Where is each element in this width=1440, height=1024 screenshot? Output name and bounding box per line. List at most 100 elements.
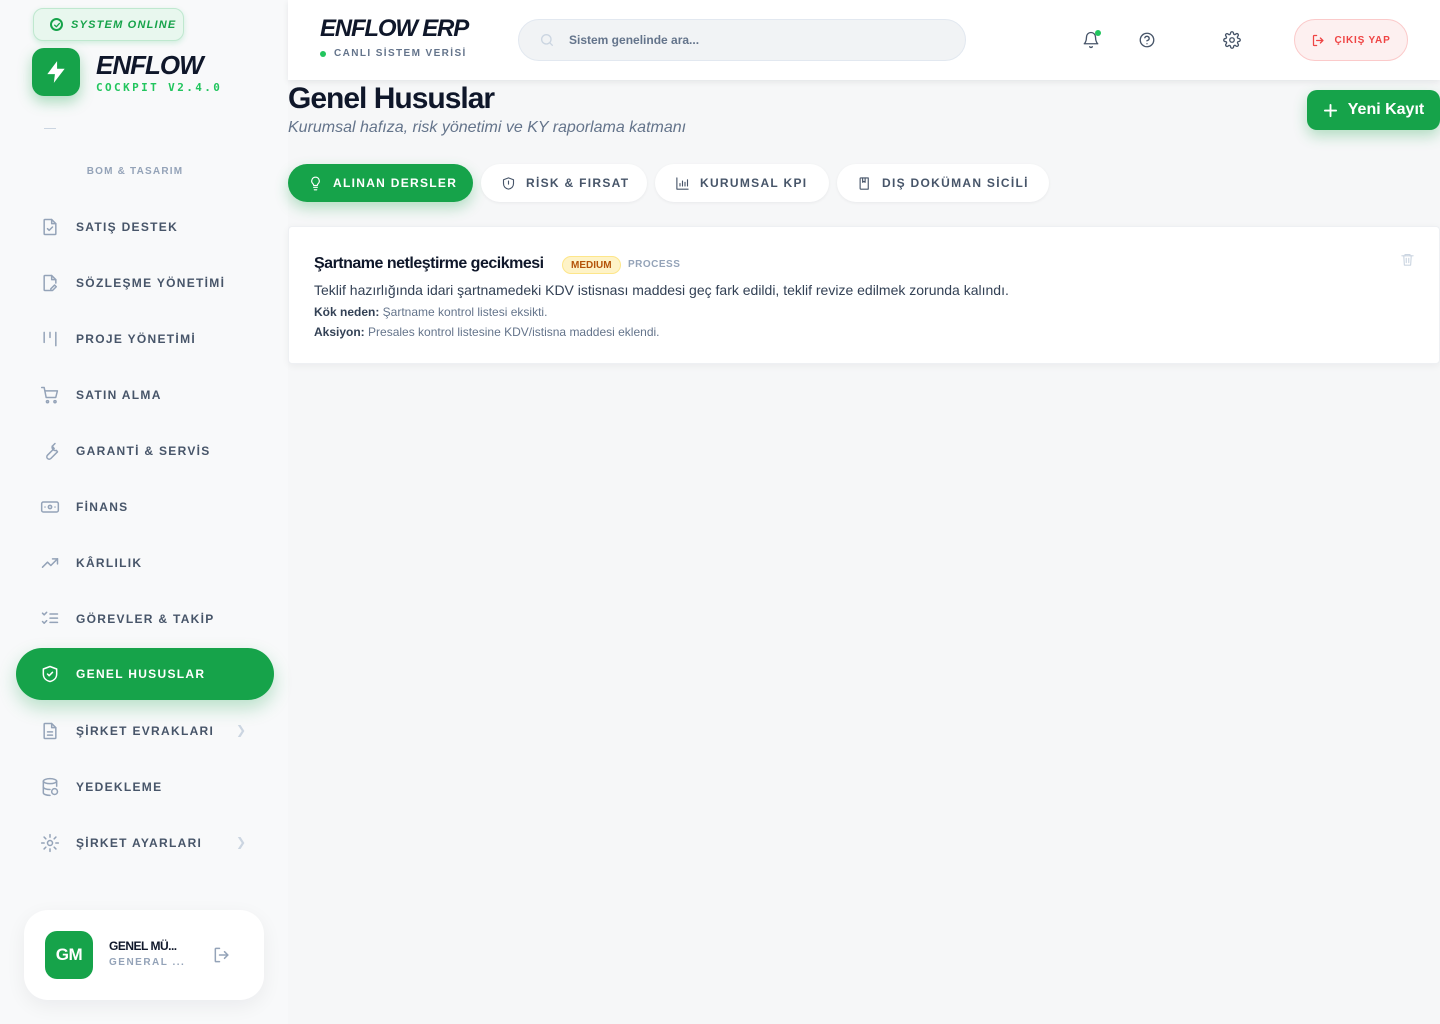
- top-header: ENFLOW ERP CANLI SİSTEM VERİSİ ÇIKIŞ YAP: [288, 0, 1440, 80]
- file-edit-icon: [43, 274, 57, 292]
- search-input[interactable]: [569, 33, 949, 47]
- root-cause: Kök neden: Şartname kontrol listesi eksi…: [314, 305, 547, 319]
- sidebar-item-label: YEDEKLEME: [76, 780, 163, 794]
- tab-label: KURUMSAL KPI: [700, 176, 808, 190]
- action-label: Aksiyon:: [314, 325, 365, 339]
- book-icon: [859, 176, 869, 190]
- banknote-icon-wrap: [40, 497, 60, 517]
- category-label: PROCESS: [628, 259, 681, 270]
- document-icon-wrap: [40, 721, 60, 741]
- sidebar-item-label: SATIN ALMA: [76, 388, 162, 402]
- new-record-button[interactable]: Yeni Kayıt: [1307, 90, 1440, 130]
- gear-icon: [40, 833, 60, 853]
- lightbulb-icon: [311, 176, 320, 190]
- sidebar-item-görevler-taki-p[interactable]: GÖREVLER & TAKİP: [16, 593, 274, 645]
- chevron-right-icon: ❯: [235, 723, 246, 737]
- brand-subtitle: CANLI SİSTEM VERİSİ: [320, 48, 467, 59]
- help-button[interactable]: [1128, 21, 1166, 59]
- sidebar-item-label: ŞİRKET AYARLARI: [76, 836, 203, 850]
- check-circle-icon: [50, 18, 63, 31]
- plus-icon: [1323, 103, 1337, 117]
- app-logo[interactable]: [32, 48, 80, 96]
- sidebar-item-şi-rket-ayarlari[interactable]: ŞİRKET AYARLARI ❯: [16, 817, 274, 869]
- exit-button[interactable]: ÇIKIŞ YAP: [1294, 19, 1408, 61]
- brand-subtitle-text: CANLI SİSTEM VERİSİ: [334, 48, 467, 59]
- user-card[interactable]: GM GENEL MÜ... GENERAL ...: [24, 910, 264, 1000]
- sidebar-item-şi-rket-evraklari[interactable]: ŞİRKET EVRAKLARI ❯: [16, 705, 274, 757]
- database-backup-icon: [42, 777, 59, 797]
- trending-up-icon: [41, 558, 59, 568]
- brand-title: ENFLOW ERP: [320, 15, 469, 42]
- divider: [44, 128, 56, 129]
- shield-check-icon-wrap: [40, 664, 60, 684]
- sidebar-item-label: SÖZLEŞME YÖNETİMİ: [76, 276, 226, 290]
- gear-icon: [1223, 31, 1241, 49]
- document-icon: [43, 722, 57, 740]
- root-cause-label: Kök neden:: [314, 305, 380, 319]
- sidebar-item-label: PROJE YÖNETİMİ: [76, 332, 197, 346]
- record-title: Şartname netleştirme gecikmesi: [314, 255, 544, 272]
- trash-icon[interactable]: [1400, 252, 1415, 267]
- app-name: ENFLOW: [96, 50, 204, 80]
- sidebar-item-label: GARANTİ & SERVİS: [76, 444, 211, 458]
- sidebar-item-label: GÖREVLER & TAKİP: [76, 612, 215, 626]
- sidebar-item-label: FİNANS: [76, 500, 129, 514]
- lesson-card[interactable]: Şartname netleştirme gecikmesi MEDIUM PR…: [288, 226, 1440, 364]
- system-status-label: SYSTEM ONLINE: [71, 18, 177, 31]
- database-backup-icon-wrap: [40, 777, 60, 797]
- lightning-icon: [47, 61, 65, 83]
- file-check-icon-wrap: [40, 217, 60, 237]
- sidebar-item-label: GENEL HUSUSLAR: [76, 667, 206, 681]
- wrench-icon-wrap: [40, 441, 60, 461]
- notifications-button[interactable]: [1072, 21, 1110, 59]
- exit-button-label: ÇIKIŞ YAP: [1334, 34, 1391, 46]
- notification-dot: [1095, 30, 1101, 36]
- logout-icon: [1313, 34, 1324, 46]
- search-icon: [541, 34, 553, 46]
- sidebar-item-label: ŞİRKET EVRAKLARI: [76, 724, 215, 738]
- shield-check-icon: [42, 665, 58, 683]
- bar-chart-icon: [676, 176, 689, 190]
- logout-icon[interactable]: [212, 945, 232, 965]
- page-subtitle: Kurumsal hafıza, risk yönetimi ve KY rap…: [288, 119, 687, 136]
- user-role: GENERAL ...: [109, 957, 186, 968]
- page-title: Genel Hususlar: [288, 82, 495, 115]
- cart-icon: [40, 386, 59, 404]
- sidebar-item-garanti-servi-s[interactable]: GARANTİ & SERVİS: [16, 425, 274, 477]
- sidebar-item-label: SATIŞ DESTEK: [76, 220, 179, 234]
- app-version: COCKPIT V2.4.0: [96, 81, 223, 94]
- action-text: Presales kontrol listesine KDV/istisna m…: [364, 325, 660, 339]
- kanban-icon: [43, 331, 57, 347]
- tab-2[interactable]: RİSK & FIRSAT: [481, 164, 647, 202]
- tab-label: DIŞ DOKÜMAN SİCİLİ: [882, 176, 1029, 190]
- file-edit-icon-wrap: [40, 273, 60, 293]
- kanban-icon-wrap: [40, 329, 60, 349]
- sidebar-item-satin-alma[interactable]: SATIN ALMA: [16, 369, 274, 421]
- wrench-icon: [46, 442, 59, 460]
- sidebar-item-sözleşme-yöneti-mi-[interactable]: SÖZLEŞME YÖNETİMİ: [16, 257, 274, 309]
- sidebar-item-kârlilik[interactable]: KÂRLILIK: [16, 537, 274, 589]
- system-status-badge: SYSTEM ONLINE: [33, 8, 184, 41]
- sidebar-item-fi-nans[interactable]: FİNANS: [16, 481, 274, 533]
- settings-button[interactable]: [1213, 21, 1251, 59]
- action: Aksiyon: Presales kontrol listesine KDV/…: [314, 325, 660, 339]
- sidebar-item-satiş-destek[interactable]: SATIŞ DESTEK: [16, 201, 274, 253]
- sidebar-item-yedekleme[interactable]: YEDEKLEME: [16, 761, 274, 813]
- tab-4[interactable]: DIŞ DOKÜMAN SİCİLİ: [837, 164, 1049, 202]
- checklist-icon: [41, 611, 59, 624]
- user-name: GENEL MÜ...: [109, 939, 177, 953]
- tab-label: ALINAN DERSLER: [333, 176, 458, 190]
- chevron-right-icon: ❯: [235, 835, 246, 849]
- checklist-icon-wrap: [40, 609, 60, 629]
- global-search[interactable]: [518, 19, 966, 61]
- avatar[interactable]: GM: [45, 931, 93, 979]
- root-cause-text: Şartname kontrol listesi eksikti.: [379, 305, 548, 319]
- sidebar-item-genel-hususlar[interactable]: GENEL HUSUSLAR: [16, 648, 274, 700]
- tab-1[interactable]: ALINAN DERSLER: [288, 164, 473, 202]
- live-dot-icon: [320, 50, 326, 57]
- record-description: Teklif hazırlığında idari şartnamedeki K…: [314, 282, 1009, 298]
- new-record-label: Yeni Kayıt: [1347, 101, 1425, 118]
- tab-3[interactable]: KURUMSAL KPI: [655, 164, 829, 202]
- sidebar-item-proje-yöneti-mi-[interactable]: PROJE YÖNETİMİ: [16, 313, 274, 365]
- file-check-icon: [43, 218, 57, 236]
